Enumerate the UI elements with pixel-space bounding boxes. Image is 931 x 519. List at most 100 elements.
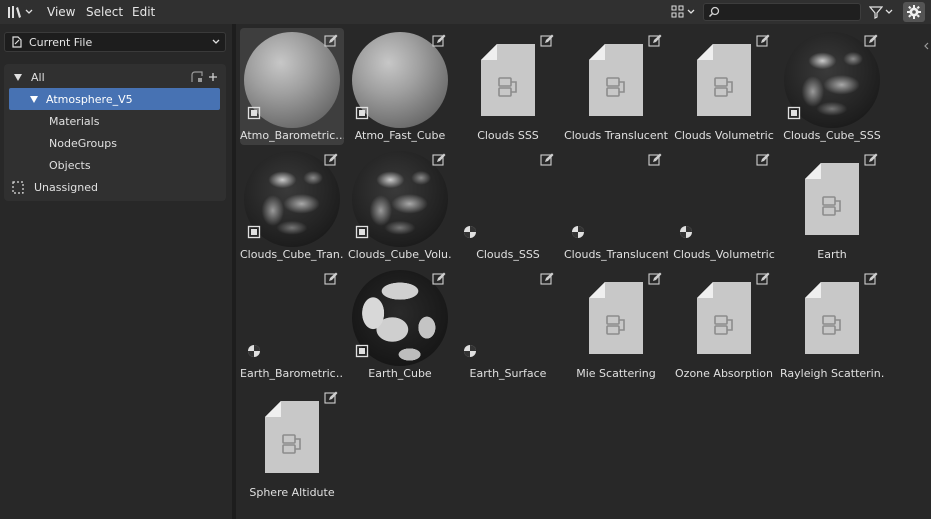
asset-thumbnail [265, 401, 319, 473]
chevron-down-icon [687, 9, 695, 14]
edit-icon[interactable] [540, 34, 554, 47]
asset-tile[interactable]: Earth_Barometric… [240, 266, 344, 383]
material-icon [464, 226, 476, 238]
search-input[interactable] [703, 3, 861, 21]
grid-view-icon [671, 5, 684, 18]
edit-icon[interactable] [756, 153, 770, 166]
edit-icon[interactable] [864, 34, 878, 47]
catalog-item-label: Objects [49, 158, 91, 172]
asset-tile[interactable]: Clouds_Cube_Tran… [240, 147, 344, 264]
asset-thumbnail [805, 163, 859, 235]
edit-icon[interactable] [648, 153, 662, 166]
sidebar: Current File All Atmosphere_V5 Materials [0, 24, 232, 519]
edit-icon[interactable] [648, 272, 662, 285]
expand-triangle-icon[interactable] [30, 95, 38, 103]
editor-type-button[interactable] [4, 2, 36, 22]
catalog-item-materials[interactable]: Materials [4, 110, 226, 132]
catalog-item-label: Atmosphere_V5 [46, 92, 133, 106]
asset-tile[interactable]: Rayleigh Scatterin… [780, 266, 884, 383]
filter-button[interactable] [866, 2, 898, 22]
asset-label: Earth_Cube [368, 367, 432, 380]
edit-icon[interactable] [540, 153, 554, 166]
chevron-down-icon [885, 9, 893, 14]
menu-select[interactable]: Select [86, 4, 123, 20]
asset-tile[interactable]: Clouds_Translucent [564, 147, 668, 264]
asset-tile[interactable]: Earth_Surface [456, 266, 560, 383]
asset-label: Atmo_Fast_Cube [354, 129, 446, 142]
file-icon [12, 36, 22, 48]
edit-icon[interactable] [756, 34, 770, 47]
asset-tile[interactable]: Atmo_Fast_Cube [348, 28, 452, 145]
asset-thumbnail [481, 44, 535, 116]
asset-tile[interactable]: Earth_Cube [348, 266, 452, 383]
edit-icon[interactable] [324, 153, 338, 166]
unassigned-icon [12, 180, 24, 194]
asset-label: Earth_Barometric… [240, 367, 344, 380]
gear-icon [907, 5, 921, 19]
library-dropdown-label: Current File [29, 35, 93, 49]
menu-view[interactable]: View [47, 4, 75, 20]
object-icon [247, 106, 261, 120]
edit-icon[interactable] [432, 272, 446, 285]
catalog-item-atmosphere[interactable]: Atmosphere_V5 [9, 88, 220, 110]
asset-tile[interactable]: Clouds_Cube_SSS [780, 28, 884, 145]
asset-tile[interactable]: Mie Scattering [564, 266, 668, 383]
new-catalog-icon[interactable] [190, 70, 204, 84]
settings-button[interactable] [903, 2, 925, 22]
asset-thumbnail [805, 282, 859, 354]
asset-tile[interactable]: Clouds_Cube_Volu… [348, 147, 452, 264]
chevron-down-icon [212, 39, 220, 44]
asset-tile[interactable]: Sphere Altidute [240, 385, 344, 502]
asset-label: Clouds SSS [477, 129, 539, 142]
asset-tile[interactable]: Clouds Translucent [564, 28, 668, 145]
asset-tile[interactable]: Clouds SSS [456, 28, 560, 145]
asset-label: Clouds_Cube_Tran… [240, 248, 344, 261]
asset-label: Sphere Altidute [249, 486, 335, 499]
edit-icon[interactable] [324, 34, 338, 47]
asset-label: Clouds Translucent [564, 129, 668, 142]
asset-tile[interactable]: Atmo_Barometric… [240, 28, 344, 145]
add-icon[interactable] [208, 72, 218, 82]
catalog-item-nodegroups[interactable]: NodeGroups [4, 132, 226, 154]
catalog-item-objects[interactable]: Objects [4, 154, 226, 176]
asset-tile[interactable]: Clouds Volumetric [672, 28, 776, 145]
material-icon [680, 226, 692, 238]
library-dropdown[interactable]: Current File [4, 32, 226, 52]
edit-icon[interactable] [324, 391, 338, 404]
asset-thumbnail [697, 44, 751, 116]
edit-icon[interactable] [648, 34, 662, 47]
material-icon [248, 345, 260, 357]
display-mode-button[interactable] [668, 2, 698, 22]
chevron-left-icon[interactable] [923, 42, 929, 50]
funnel-icon [869, 6, 883, 19]
catalog-item-label: All [31, 70, 45, 84]
asset-label: Clouds_Translucent [564, 248, 668, 261]
edit-icon[interactable] [756, 272, 770, 285]
asset-tile[interactable]: Ozone Absorption [672, 266, 776, 383]
asset-browser-icon [8, 6, 21, 18]
object-icon [247, 225, 261, 239]
edit-icon[interactable] [864, 272, 878, 285]
edit-icon[interactable] [324, 272, 338, 285]
expand-triangle-icon[interactable] [14, 73, 22, 81]
catalog-item-label: NodeGroups [49, 136, 117, 150]
asset-tile[interactable]: Earth [780, 147, 884, 264]
asset-label: Rayleigh Scatterin… [780, 367, 884, 380]
catalog-item-label: Materials [49, 114, 100, 128]
object-icon [355, 344, 369, 358]
asset-tile[interactable]: Clouds_Volumetric [672, 147, 776, 264]
asset-label: Clouds_Cube_SSS [783, 129, 881, 142]
asset-grid: Atmo_Barometric… Atmo_Fast_Cube Clouds SSS… [236, 24, 931, 519]
edit-icon[interactable] [432, 153, 446, 166]
edit-icon[interactable] [864, 153, 878, 166]
catalog-item-unassigned[interactable]: Unassigned [4, 176, 226, 198]
edit-icon[interactable] [540, 272, 554, 285]
object-icon [787, 106, 801, 120]
edit-icon[interactable] [432, 34, 446, 47]
asset-thumbnail [589, 44, 643, 116]
asset-thumbnail [697, 282, 751, 354]
catalog-item-all[interactable]: All [4, 66, 226, 88]
asset-tile[interactable]: Clouds_SSS [456, 147, 560, 264]
menu-edit[interactable]: Edit [132, 4, 155, 20]
object-icon [355, 106, 369, 120]
